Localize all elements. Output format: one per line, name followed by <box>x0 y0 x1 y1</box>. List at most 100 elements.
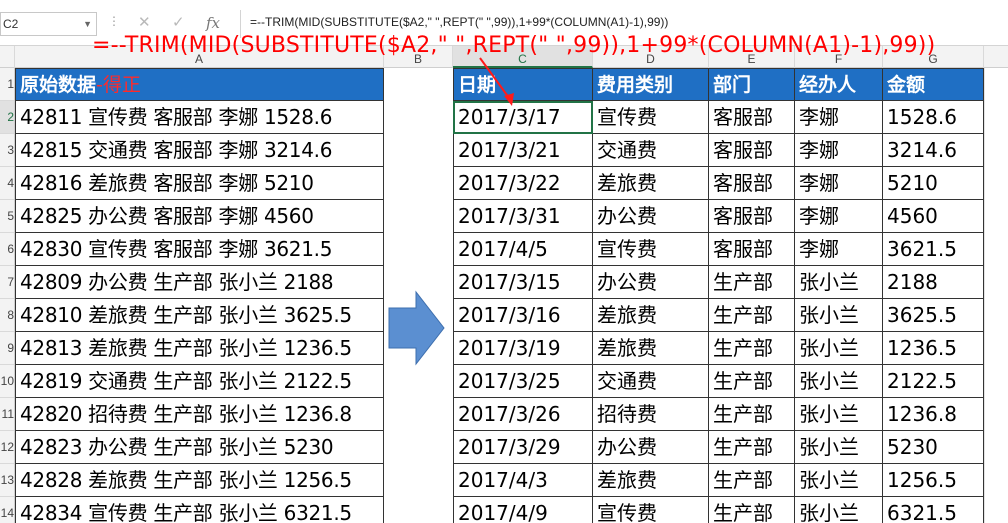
department-cell[interactable]: 客服部 <box>709 200 795 233</box>
handler-cell[interactable]: 张小兰 <box>795 398 883 431</box>
handler-cell[interactable]: 李娜 <box>795 134 883 167</box>
date-cell[interactable]: 2017/4/3 <box>453 464 593 497</box>
handler-cell[interactable]: 李娜 <box>795 200 883 233</box>
source-cell[interactable]: 42828 差旅费 生产部 张小兰 1256.5 <box>15 464 384 497</box>
date-cell[interactable]: 2017/3/31 <box>453 200 593 233</box>
source-cell[interactable]: 42825 办公费 客服部 李娜 4560 <box>15 200 384 233</box>
source-cell[interactable]: 42815 交通费 客服部 李娜 3214.6 <box>15 134 384 167</box>
name-box[interactable]: C2 ▼ <box>0 12 97 36</box>
handler-cell[interactable]: 张小兰 <box>795 497 883 523</box>
row-header-9[interactable]: 9 <box>0 332 14 365</box>
category-cell[interactable]: 办公费 <box>593 266 709 299</box>
row-header-1[interactable]: 1 <box>0 68 14 101</box>
amount-cell[interactable]: 4560 <box>883 200 984 233</box>
department-cell[interactable]: 客服部 <box>709 233 795 266</box>
header-amount[interactable]: 金额 <box>883 68 984 101</box>
row-header-6[interactable]: 6 <box>0 233 14 266</box>
date-cell[interactable]: 2017/4/5 <box>453 233 593 266</box>
source-cell[interactable]: 42813 差旅费 生产部 张小兰 1236.5 <box>15 332 384 365</box>
amount-cell[interactable]: 3214.6 <box>883 134 984 167</box>
amount-cell[interactable]: 1528.6 <box>883 101 984 134</box>
row-header-12[interactable]: 12 <box>0 431 14 464</box>
category-cell[interactable]: 宣传费 <box>593 233 709 266</box>
date-cell[interactable]: 2017/3/19 <box>453 332 593 365</box>
source-cell[interactable]: 42811 宣传费 客服部 李娜 1528.6 <box>15 101 384 134</box>
date-cell[interactable]: 2017/4/9 <box>453 497 593 523</box>
header-handler[interactable]: 经办人 <box>795 68 883 101</box>
department-cell[interactable]: 客服部 <box>709 101 795 134</box>
date-cell[interactable]: 2017/3/21 <box>453 134 593 167</box>
department-cell[interactable]: 生产部 <box>709 497 795 523</box>
amount-cell[interactable]: 1256.5 <box>883 464 984 497</box>
row-header-7[interactable]: 7 <box>0 266 14 299</box>
source-cell[interactable]: 42816 差旅费 客服部 李娜 5210 <box>15 167 384 200</box>
source-cell[interactable]: 42820 招待费 生产部 张小兰 1236.8 <box>15 398 384 431</box>
row-header-14[interactable]: 14 <box>0 497 14 523</box>
source-cell[interactable]: 42809 办公费 生产部 张小兰 2188 <box>15 266 384 299</box>
category-cell[interactable]: 办公费 <box>593 200 709 233</box>
department-cell[interactable]: 生产部 <box>709 398 795 431</box>
amount-cell[interactable]: 3625.5 <box>883 299 984 332</box>
date-cell[interactable]: 2017/3/22 <box>453 167 593 200</box>
department-cell[interactable]: 生产部 <box>709 431 795 464</box>
source-cell[interactable]: 42819 交通费 生产部 张小兰 2122.5 <box>15 365 384 398</box>
row-header-10[interactable]: 10 <box>0 365 14 398</box>
amount-cell[interactable]: 1236.8 <box>883 398 984 431</box>
amount-cell[interactable]: 2188 <box>883 266 984 299</box>
amount-cell[interactable]: 2122.5 <box>883 365 984 398</box>
category-cell[interactable]: 差旅费 <box>593 464 709 497</box>
category-cell[interactable]: 招待费 <box>593 398 709 431</box>
row-header-8[interactable]: 8 <box>0 299 14 332</box>
row-header-2[interactable]: 2 <box>0 101 14 134</box>
category-cell[interactable]: 差旅费 <box>593 299 709 332</box>
category-cell[interactable]: 宣传费 <box>593 497 709 523</box>
amount-cell[interactable]: 5230 <box>883 431 984 464</box>
drag-handle-icon[interactable]: ⋮ <box>108 14 120 28</box>
handler-cell[interactable]: 张小兰 <box>795 299 883 332</box>
category-cell[interactable]: 宣传费 <box>593 101 709 134</box>
handler-cell[interactable]: 张小兰 <box>795 365 883 398</box>
amount-cell[interactable]: 1236.5 <box>883 332 984 365</box>
department-cell[interactable]: 客服部 <box>709 167 795 200</box>
handler-cell[interactable]: 张小兰 <box>795 431 883 464</box>
header-category[interactable]: 费用类别 <box>593 68 709 101</box>
row-header-13[interactable]: 13 <box>0 464 14 497</box>
date-cell[interactable]: 2017/3/25 <box>453 365 593 398</box>
row-header-4[interactable]: 4 <box>0 167 14 200</box>
select-all-corner[interactable] <box>0 46 15 68</box>
department-cell[interactable]: 生产部 <box>709 266 795 299</box>
department-cell[interactable]: 生产部 <box>709 332 795 365</box>
category-cell[interactable]: 交通费 <box>593 134 709 167</box>
chevron-down-icon[interactable]: ▼ <box>83 13 92 35</box>
source-header-cell[interactable]: 原始数据-得正 <box>15 68 384 101</box>
row-header-11[interactable]: 11 <box>0 398 14 431</box>
department-cell[interactable]: 生产部 <box>709 299 795 332</box>
handler-cell[interactable]: 李娜 <box>795 101 883 134</box>
handler-cell[interactable]: 李娜 <box>795 167 883 200</box>
amount-cell[interactable]: 5210 <box>883 167 984 200</box>
source-cell[interactable]: 42830 宣传费 客服部 李娜 3621.5 <box>15 233 384 266</box>
source-cell[interactable]: 42823 办公费 生产部 张小兰 5230 <box>15 431 384 464</box>
source-cell[interactable]: 42810 差旅费 生产部 张小兰 3625.5 <box>15 299 384 332</box>
fx-icon[interactable]: fx <box>206 14 220 32</box>
source-cell[interactable]: 42834 宣传费 生产部 张小兰 6321.5 <box>15 497 384 523</box>
date-cell[interactable]: 2017/3/29 <box>453 431 593 464</box>
row-header-3[interactable]: 3 <box>0 134 14 167</box>
department-cell[interactable]: 生产部 <box>709 464 795 497</box>
category-cell[interactable]: 办公费 <box>593 431 709 464</box>
handler-cell[interactable]: 张小兰 <box>795 266 883 299</box>
department-cell[interactable]: 生产部 <box>709 365 795 398</box>
category-cell[interactable]: 差旅费 <box>593 332 709 365</box>
department-cell[interactable]: 客服部 <box>709 134 795 167</box>
category-cell[interactable]: 差旅费 <box>593 167 709 200</box>
check-icon[interactable]: ✓ <box>172 14 185 32</box>
category-cell[interactable]: 交通费 <box>593 365 709 398</box>
amount-cell[interactable]: 3621.5 <box>883 233 984 266</box>
close-icon[interactable]: ✕ <box>138 14 151 32</box>
handler-cell[interactable]: 张小兰 <box>795 332 883 365</box>
date-cell[interactable]: 2017/3/15 <box>453 266 593 299</box>
row-header-5[interactable]: 5 <box>0 200 14 233</box>
amount-cell[interactable]: 6321.5 <box>883 497 984 523</box>
date-cell[interactable]: 2017/3/16 <box>453 299 593 332</box>
header-department[interactable]: 部门 <box>709 68 795 101</box>
